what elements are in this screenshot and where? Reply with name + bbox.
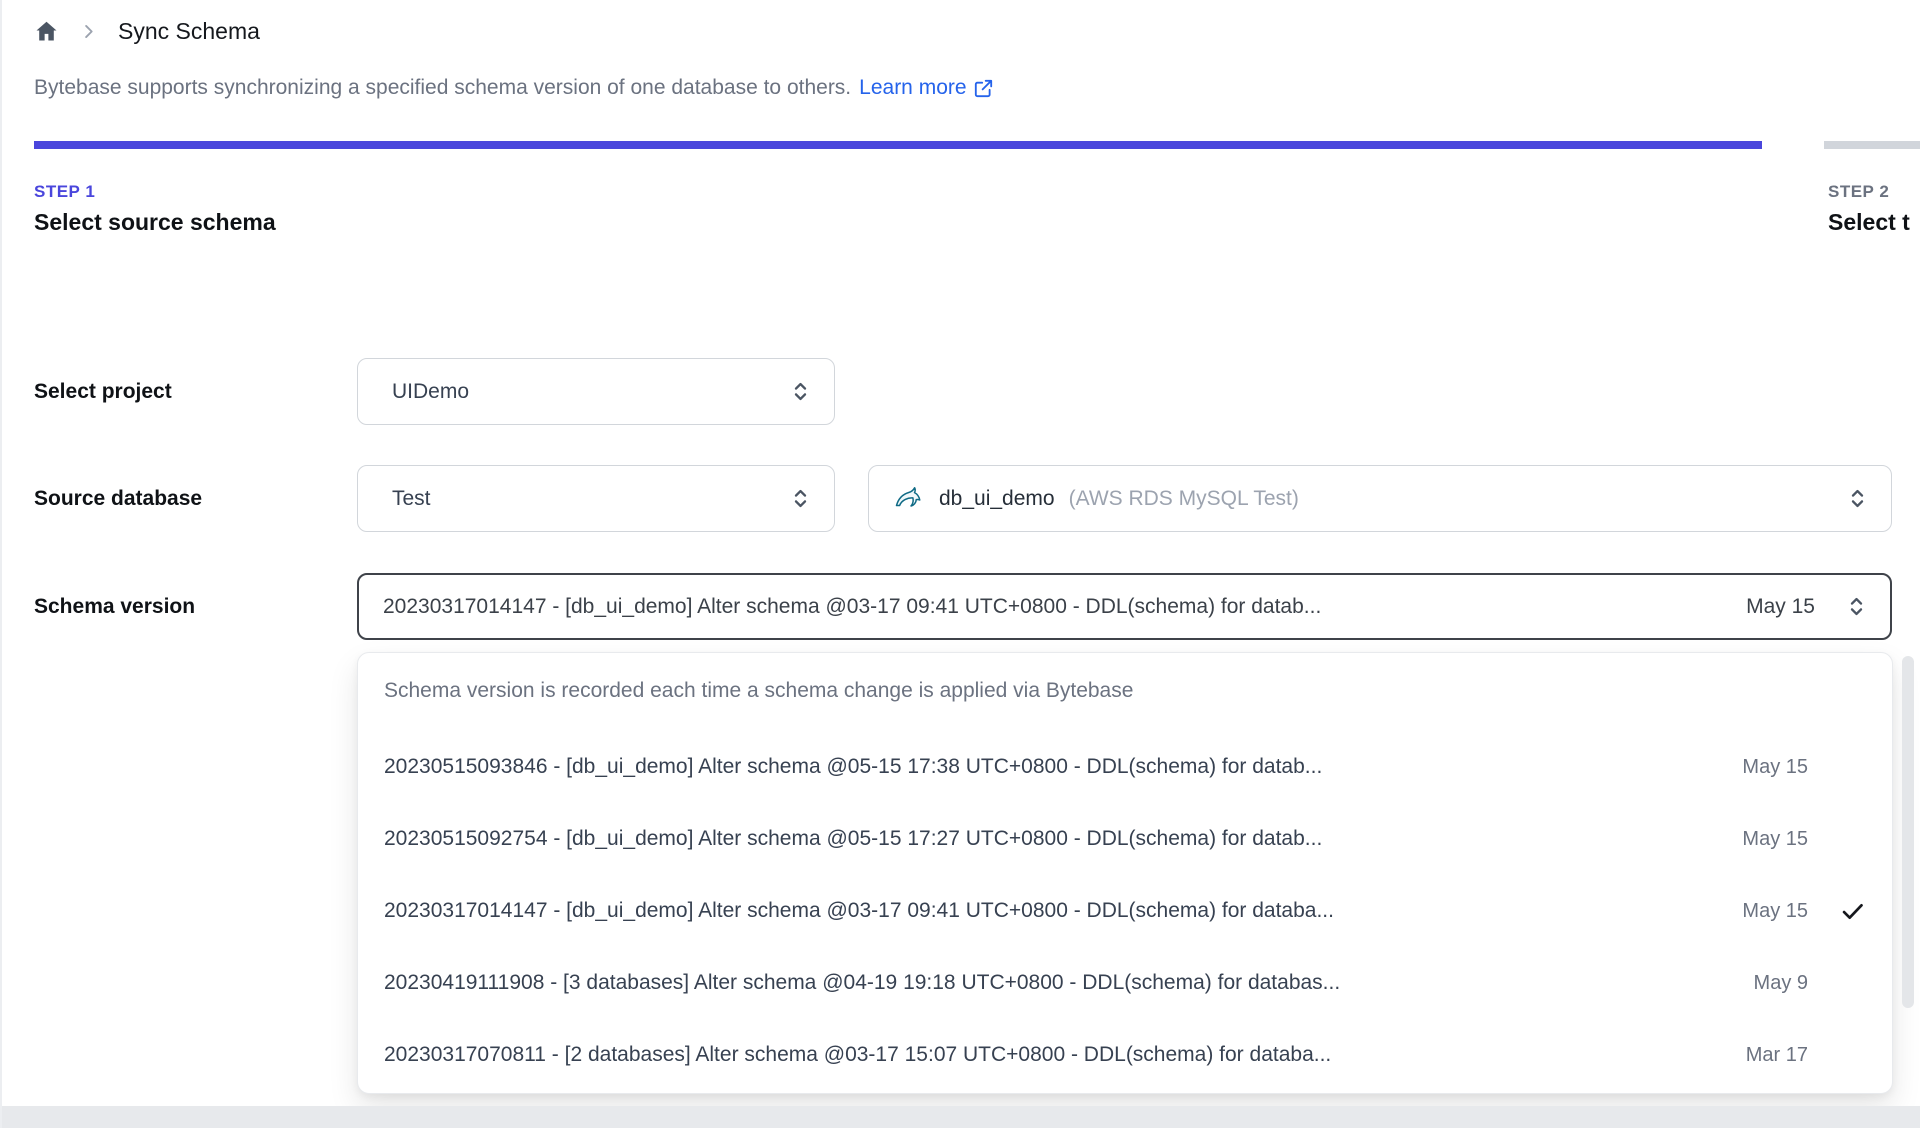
chevron-up-down-icon [787, 378, 814, 405]
external-link-icon [973, 78, 994, 99]
step-1-title: Select source schema [34, 209, 276, 235]
step-1-id: STEP 1 [34, 182, 96, 201]
environment-select-value: Test [392, 486, 431, 510]
source-database-label: Source database [34, 486, 203, 510]
step2-progress-bar [1824, 141, 1920, 149]
step-2: STEP 2 Select t [1828, 182, 1910, 236]
option-date: May 15 [1742, 899, 1808, 922]
option-date: May 9 [1753, 971, 1808, 994]
schema-version-option[interactable]: 20230515093846 - [db_ui_demo] Alter sche… [384, 745, 1866, 789]
check-icon [1808, 898, 1866, 925]
sync-schema-page: Sync Schema Bytebase supports synchroniz… [0, 0, 1920, 1128]
schema-version-select-date: May 15 [1746, 594, 1815, 618]
schema-version-select-value: 20230317014147 - [db_ui_demo] Alter sche… [383, 594, 1322, 618]
step-1: STEP 1 Select source schema [34, 182, 276, 236]
page-title: Sync Schema [118, 18, 260, 44]
home-icon[interactable] [34, 19, 59, 44]
step1-progress-bar [34, 141, 1762, 149]
page-description: Bytebase supports synchronizing a specif… [34, 76, 994, 100]
step-2-title: Select t [1828, 209, 1910, 235]
schema-version-option[interactable]: 20230317070811 - [2 databases] Alter sch… [384, 1033, 1866, 1077]
step-2-id: STEP 2 [1828, 182, 1890, 201]
dropdown-hint: Schema version is recorded each time a s… [384, 679, 1134, 702]
database-select-detail: (AWS RDS MySQL Test) [1068, 486, 1299, 510]
chevron-right-icon [79, 22, 98, 41]
chevron-up-down-icon [1844, 485, 1871, 512]
environment-select[interactable]: Test [357, 465, 835, 532]
schema-version-option[interactable]: 20230419111908 - [3 databases] Alter sch… [384, 961, 1866, 1005]
schema-version-select[interactable]: 20230317014147 - [db_ui_demo] Alter sche… [357, 573, 1892, 640]
learn-more-link[interactable]: Learn more [859, 76, 993, 100]
bottom-divider [2, 1106, 1920, 1128]
breadcrumb: Sync Schema [34, 18, 260, 45]
schema-version-label: Schema version [34, 594, 196, 618]
schema-version-dropdown: Schema version is recorded each time a s… [357, 652, 1893, 1094]
chevron-up-down-icon [787, 485, 814, 512]
schema-version-option[interactable]: 20230515092754 - [db_ui_demo] Alter sche… [384, 817, 1866, 861]
project-select-value: UIDemo [392, 379, 470, 403]
description-text: Bytebase supports synchronizing a specif… [34, 76, 852, 99]
select-project-label: Select project [34, 379, 172, 403]
mysql-dolphin-icon [893, 484, 923, 514]
database-select[interactable]: db_ui_demo (AWS RDS MySQL Test) [868, 465, 1892, 532]
option-date: Mar 17 [1745, 1043, 1808, 1066]
database-select-value: db_ui_demo [939, 486, 1055, 510]
option-date: May 15 [1742, 827, 1808, 850]
option-date: May 15 [1742, 755, 1808, 778]
scrollbar-thumb[interactable] [1902, 656, 1914, 1008]
schema-version-option-selected[interactable]: 20230317014147 - [db_ui_demo] Alter sche… [384, 889, 1866, 933]
project-select[interactable]: UIDemo [357, 358, 835, 425]
chevron-up-down-icon [1843, 593, 1870, 620]
